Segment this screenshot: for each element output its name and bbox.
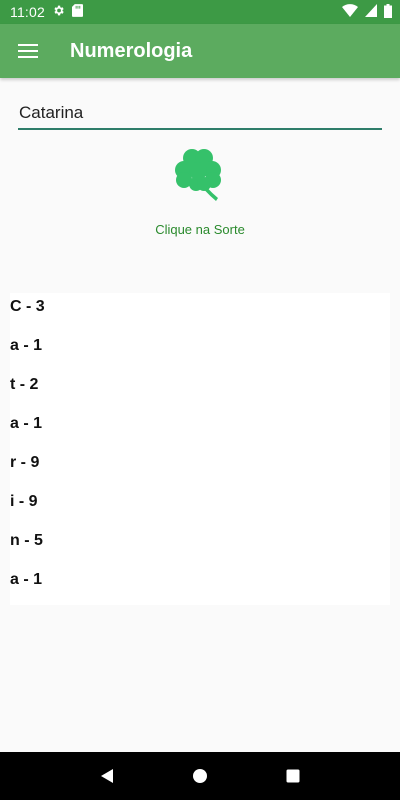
status-left: 11:02: [10, 4, 83, 20]
name-input[interactable]: [18, 102, 382, 130]
navigation-bar: [0, 752, 400, 800]
list-item: a - 1: [10, 571, 43, 588]
list-item: n - 5: [10, 532, 43, 549]
gear-icon: [52, 4, 65, 20]
list-item: t - 2: [10, 376, 39, 393]
clover-icon[interactable]: [170, 144, 230, 204]
recents-icon[interactable]: [278, 761, 308, 791]
home-icon[interactable]: [185, 761, 215, 791]
list-item: a - 1: [10, 337, 43, 354]
app-title: Numerologia: [70, 39, 193, 62]
status-right: [342, 3, 392, 21]
battery-icon: [384, 3, 392, 21]
list-item: C - 3: [10, 298, 45, 315]
luck-button[interactable]: Clique na Sorte: [0, 222, 400, 237]
list-item: a - 1: [10, 415, 43, 432]
signal-icon: [365, 4, 377, 20]
status-time: 11:02: [10, 4, 45, 20]
wifi-icon: [342, 4, 358, 20]
status-bar: 11:02: [0, 0, 400, 24]
list-item: i - 9: [10, 493, 38, 510]
hamburger-menu-icon[interactable]: [1, 24, 55, 78]
app-bar: Numerologia: [0, 24, 400, 78]
list-item: r - 9: [10, 454, 40, 471]
back-icon[interactable]: [92, 761, 122, 791]
sd-card-icon: [72, 4, 83, 20]
result-list: C - 3 a - 1 t - 2 a - 1 r - 9 i - 9 n - …: [10, 293, 390, 605]
